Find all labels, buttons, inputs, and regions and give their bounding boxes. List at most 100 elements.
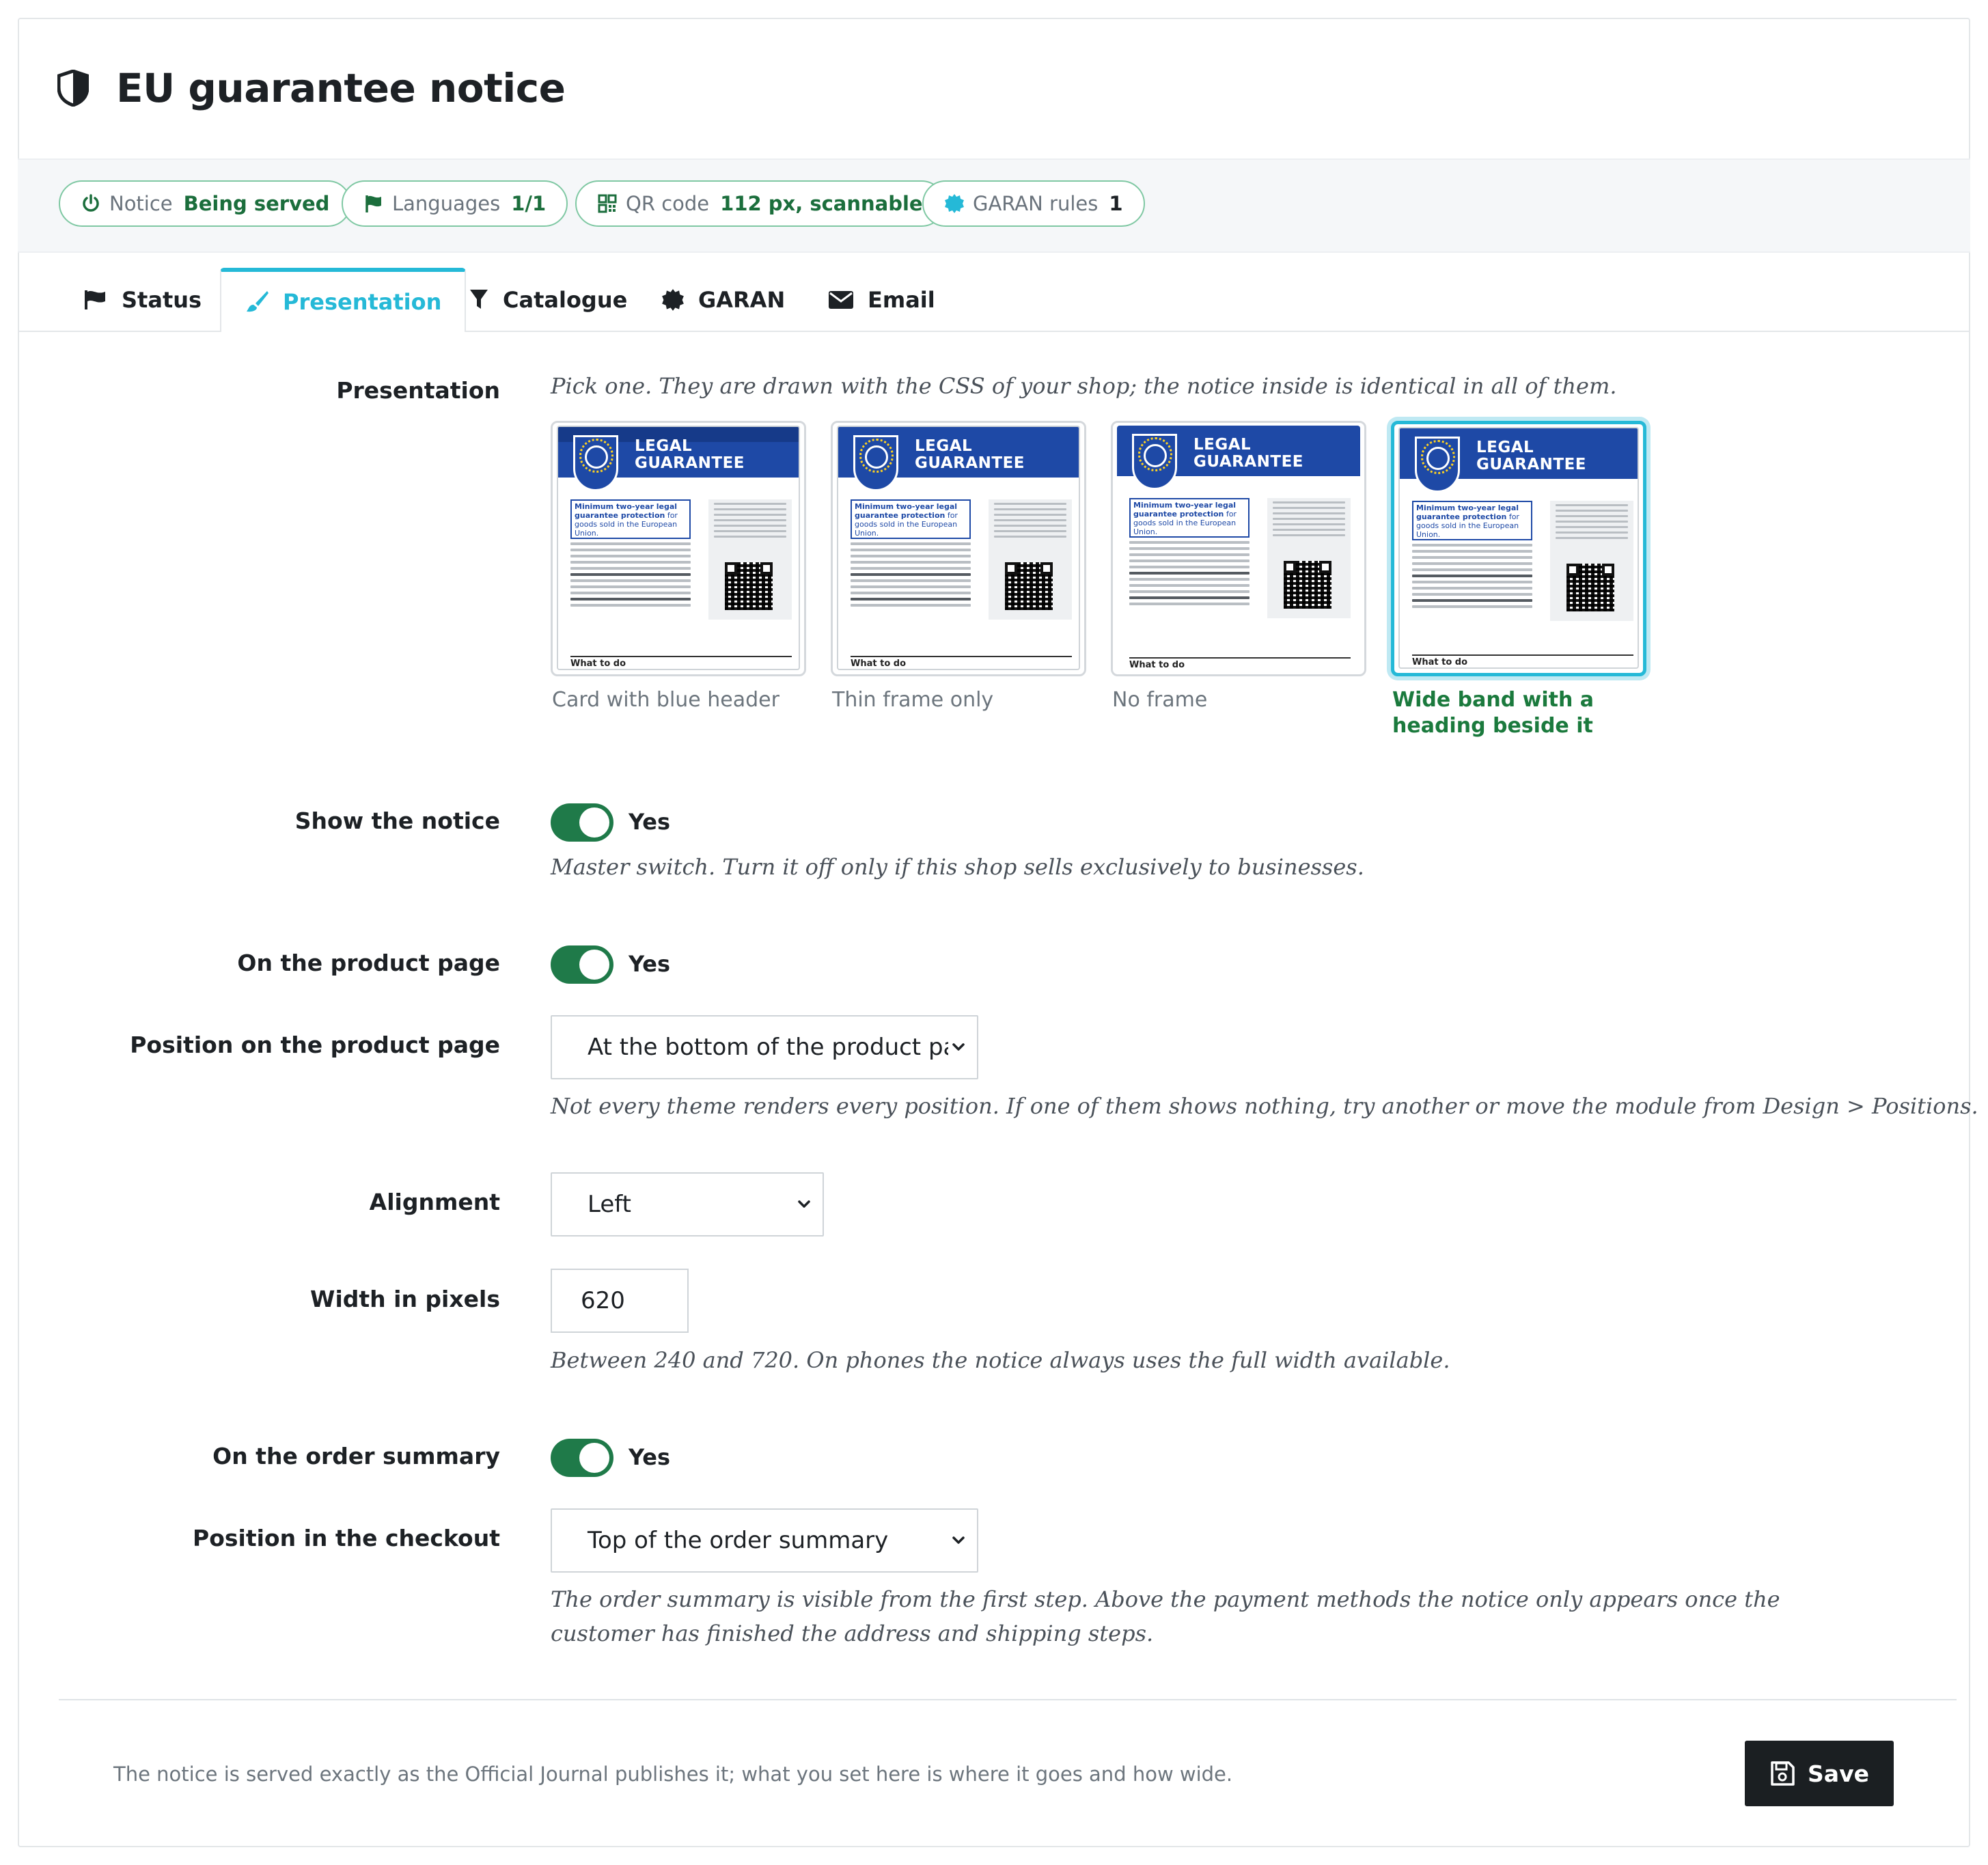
tab-presentation[interactable]: Presentation xyxy=(220,268,467,332)
chip-key: Notice xyxy=(109,192,173,215)
tab-garan[interactable]: GARAN xyxy=(661,269,785,331)
preview-body: Minimum two-year legal guarantee protect… xyxy=(1412,501,1532,611)
product-page-label: On the product page xyxy=(237,950,500,976)
chevron-down-icon xyxy=(948,1037,969,1058)
style-option-no-frame[interactable]: LEGAL GUARANTEE Minimum two-year legal gu… xyxy=(1111,421,1366,676)
tab-catalogue[interactable]: Catalogue xyxy=(469,269,627,331)
preview-footer: What to do xyxy=(570,656,792,669)
notice-preview: LEGAL GUARANTEE Minimum two-year legal gu… xyxy=(1398,427,1639,669)
presentation-help: Pick one. They are drawn with the CSS of… xyxy=(551,373,1617,399)
preview-body: Minimum two-year legal guarantee protect… xyxy=(1129,498,1250,609)
preview-side-column xyxy=(708,499,792,620)
product-position-label: Position on the product page xyxy=(130,1032,500,1058)
checkout-position-help: The order summary is visible from the fi… xyxy=(551,1586,1780,1646)
preview-side-column xyxy=(1550,501,1633,621)
show-notice-value: Yes xyxy=(629,809,670,835)
alignment-selected: Left xyxy=(588,1191,631,1218)
tab-label: GARAN xyxy=(698,287,786,313)
tab-label: Status xyxy=(122,287,202,313)
preview-heading: LEGAL GUARANTEE xyxy=(915,437,1025,472)
product-page-value: Yes xyxy=(629,951,670,977)
product-position-selected: At the bottom of the product pa xyxy=(588,1034,958,1061)
chip-notice-status[interactable]: Notice Being served xyxy=(59,180,352,227)
chevron-down-icon xyxy=(794,1194,814,1215)
preview-heading: LEGAL GUARANTEE xyxy=(1476,439,1587,473)
alignment-select[interactable]: Left xyxy=(551,1172,824,1237)
style-option-caption[interactable]: Card with blue header xyxy=(552,687,779,713)
page-title: EU guarantee notice xyxy=(116,65,566,111)
order-summary-label: On the order summary xyxy=(212,1443,500,1469)
page-header: EU guarantee notice xyxy=(57,64,566,112)
tab-bar: Status Presentation Catalogue GARAN Emai… xyxy=(18,264,1970,332)
style-option-caption[interactable]: Thin frame only xyxy=(832,687,993,713)
style-option-thin-frame[interactable]: LEGAL GUARANTEE Minimum two-year legal gu… xyxy=(831,421,1086,676)
style-option-card[interactable]: LEGAL GUARANTEE Minimum two-year legal gu… xyxy=(551,421,806,676)
status-bar: Notice Being served Languages 1/1 QR cod… xyxy=(18,158,1970,253)
qr-code-icon xyxy=(1284,561,1331,609)
preview-footer: What to do xyxy=(1412,654,1633,667)
qr-code-icon xyxy=(725,562,773,610)
show-notice-toggle[interactable] xyxy=(551,803,613,842)
seal-badge-icon xyxy=(945,194,964,213)
alignment-label: Alignment xyxy=(369,1189,500,1215)
chevron-down-icon xyxy=(948,1530,969,1551)
save-label: Save xyxy=(1808,1760,1869,1787)
style-option-wide-band[interactable]: LEGAL GUARANTEE Minimum two-year legal gu… xyxy=(1391,421,1646,676)
envelope-icon xyxy=(829,291,853,309)
width-input[interactable]: 620 xyxy=(551,1269,689,1333)
chip-value: Being served xyxy=(183,192,330,215)
eu-guarantee-logo-icon xyxy=(1415,437,1460,493)
notice-preview: LEGAL GUARANTEE Minimum two-year legal gu… xyxy=(837,426,1080,670)
footer-note: The notice is served exactly as the Offi… xyxy=(113,1763,1233,1786)
checkout-position-select[interactable]: Top of the order summary xyxy=(551,1508,978,1573)
notice-preview: LEGAL GUARANTEE Minimum two-year legal gu… xyxy=(557,426,800,670)
preview-side-column xyxy=(989,499,1072,620)
tab-label: Presentation xyxy=(283,289,442,315)
show-notice-help: Master switch. Turn it off only if this … xyxy=(551,854,1364,880)
qr-code-icon xyxy=(1005,562,1053,610)
tab-status[interactable]: Status xyxy=(83,269,202,331)
tab-label: Catalogue xyxy=(503,287,628,313)
preview-heading: LEGAL GUARANTEE xyxy=(1193,436,1304,471)
preview-footer: What to do xyxy=(851,656,1072,669)
eu-guarantee-logo-icon xyxy=(573,435,618,491)
eu-guarantee-logo-icon xyxy=(853,435,898,491)
chip-qr-code[interactable]: QR code 112 px, scannable xyxy=(575,180,945,227)
product-page-toggle[interactable] xyxy=(551,945,613,984)
product-position-help: Not every theme renders every position. … xyxy=(551,1093,1978,1119)
style-option-caption-selected[interactable]: Wide band with a heading beside it xyxy=(1392,687,1679,739)
paintbrush-icon xyxy=(247,291,268,312)
order-summary-value: Yes xyxy=(629,1444,670,1470)
checkout-position-label: Position in the checkout xyxy=(193,1525,500,1551)
filter-icon xyxy=(470,290,488,309)
tab-label: Email xyxy=(868,287,935,313)
seal-badge-icon xyxy=(662,289,684,311)
order-summary-toggle[interactable] xyxy=(551,1439,613,1477)
tab-email[interactable]: Email xyxy=(828,269,935,331)
chip-languages[interactable]: Languages 1/1 xyxy=(342,180,568,227)
chip-key: GARAN rules xyxy=(973,192,1099,215)
notice-preview: LEGAL GUARANTEE Minimum two-year legal gu… xyxy=(1117,426,1360,670)
qr-code-icon xyxy=(598,194,617,213)
save-button[interactable]: Save xyxy=(1745,1741,1894,1806)
preview-heading: LEGAL GUARANTEE xyxy=(635,437,745,472)
width-help: Between 240 and 720. On phones the notic… xyxy=(551,1347,1450,1373)
flag-icon xyxy=(365,195,381,212)
width-label: Width in pixels xyxy=(310,1286,500,1312)
chip-value: 112 px, scannable xyxy=(720,192,923,215)
eu-guarantee-logo-icon xyxy=(1132,434,1177,490)
chip-key: Languages xyxy=(392,192,501,215)
chip-garan-rules[interactable]: GARAN rules 1 xyxy=(922,180,1145,227)
power-icon xyxy=(83,194,99,212)
show-notice-label: Show the notice xyxy=(294,807,500,834)
presentation-label: Presentation xyxy=(336,377,500,404)
chip-key: QR code xyxy=(626,192,710,215)
flag-icon xyxy=(85,290,105,309)
chip-value: 1/1 xyxy=(511,192,547,215)
style-option-caption[interactable]: No frame xyxy=(1112,687,1207,713)
preview-body: Minimum two-year legal guarantee protect… xyxy=(570,499,691,610)
product-position-select[interactable]: At the bottom of the product pa xyxy=(551,1015,978,1079)
shield-half-icon xyxy=(57,70,89,107)
checkout-position-selected: Top of the order summary xyxy=(588,1527,889,1554)
floppy-disk-icon xyxy=(1771,1761,1795,1786)
